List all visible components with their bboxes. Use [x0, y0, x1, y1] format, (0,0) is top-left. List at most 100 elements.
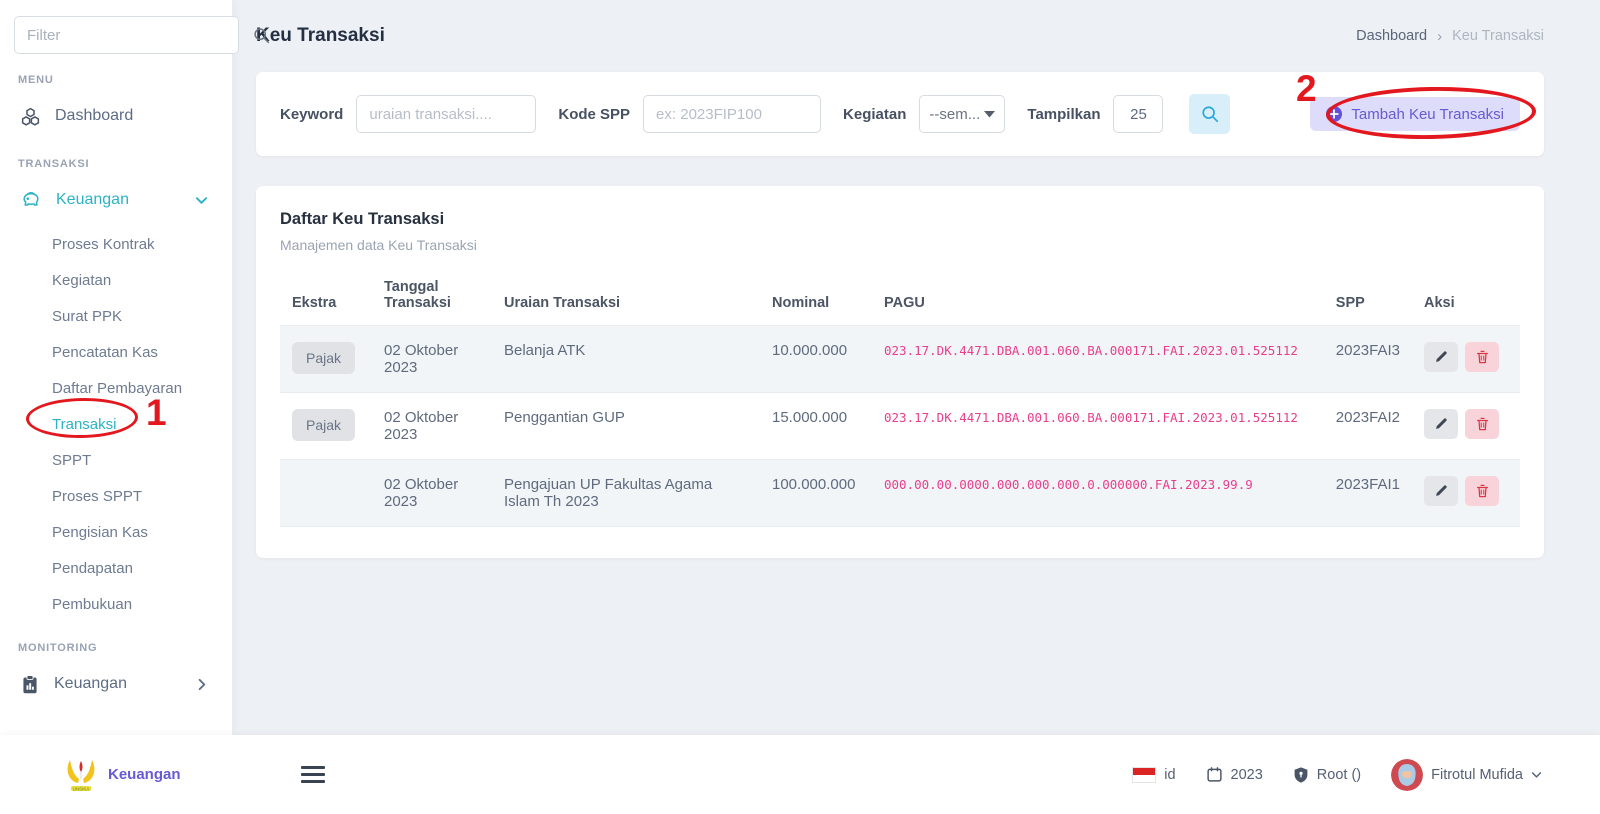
modules-icon — [20, 106, 41, 127]
cell-nominal: 10.000.000 — [760, 326, 872, 393]
shield-icon — [1293, 766, 1309, 784]
kode-spp-label: Kode SPP — [558, 106, 630, 123]
cell-spp: 2023FAI2 — [1324, 393, 1412, 460]
keuangan-submenu: Proses Kontrak Kegiatan Surat PPK Pencat… — [14, 222, 218, 622]
chevron-right-icon — [195, 678, 208, 691]
kegiatan-select[interactable]: --sem... — [919, 95, 1005, 133]
sidebar-item-transaksi[interactable]: Transaksi — [52, 406, 218, 442]
pencil-icon — [1434, 417, 1448, 431]
cell-uraian: Pengajuan UP Fakultas Agama Islam Th 202… — [492, 460, 760, 527]
delete-button[interactable] — [1465, 476, 1499, 506]
trash-icon — [1476, 417, 1489, 431]
avatar — [1391, 759, 1423, 791]
sidebar-item-surat-ppk[interactable]: Surat PPK — [52, 298, 218, 334]
filter-input[interactable] — [14, 16, 239, 54]
kode-spp-input[interactable] — [643, 95, 821, 133]
breadcrumb-current: Keu Transaksi — [1452, 28, 1544, 44]
cell-pagu: 000.00.00.0000.000.000.000.0.000000.FAI.… — [884, 477, 1253, 492]
card-title: Daftar Keu Transaksi — [280, 210, 1520, 229]
tampilkan-input[interactable] — [1113, 95, 1163, 133]
brand-label: Keuangan — [108, 766, 181, 783]
menu-toggle-button[interactable] — [301, 766, 325, 783]
sidebar-item-dashboard[interactable]: Dashboard — [14, 94, 218, 138]
transactions-table: Ekstra Tanggal Transaksi Uraian Transaks… — [280, 269, 1520, 527]
filter-toolbar: Keyword Kode SPP Kegiatan --sem... Tampi… — [256, 72, 1544, 156]
sidebar-item-pencatatan-kas[interactable]: Pencatatan Kas — [52, 334, 218, 370]
cell-tanggal: 02 Oktober 2023 — [372, 326, 492, 393]
column-header-aksi: Aksi — [1412, 269, 1520, 326]
role-indicator[interactable]: Root () — [1293, 766, 1361, 784]
cell-nominal: 100.000.000 — [760, 460, 872, 527]
cell-tanggal: 02 Oktober 2023 — [372, 460, 492, 527]
card-subtitle: Manajemen data Keu Transaksi — [280, 237, 1520, 253]
add-keu-transaksi-button[interactable]: Tambah Keu Transaksi — [1310, 97, 1520, 131]
role-label: Root () — [1317, 767, 1361, 783]
app-brand[interactable]: UNSIKA Keuangan — [62, 755, 181, 795]
caret-down-icon — [984, 110, 995, 118]
table-row: Pajak 02 Oktober 2023 Belanja ATK 10.000… — [280, 326, 1520, 393]
edit-button[interactable] — [1424, 476, 1458, 506]
sidebar-item-daftar-pembayaran[interactable]: Daftar Pembayaran — [52, 370, 218, 406]
trash-icon — [1476, 484, 1489, 498]
sidebar-item-keuangan[interactable]: Keuangan — [14, 178, 218, 222]
piggy-bank-icon — [20, 190, 42, 210]
breadcrumb-dashboard[interactable]: Dashboard — [1356, 28, 1427, 44]
column-header-uraian: Uraian Transaksi — [492, 269, 760, 326]
cell-pagu: 023.17.DK.4471.DBA.001.060.BA.000171.FAI… — [884, 410, 1298, 425]
pencil-icon — [1434, 350, 1448, 364]
ekstra-badge: Pajak — [292, 342, 355, 374]
cell-nominal: 15.000.000 — [760, 393, 872, 460]
search-button[interactable] — [1189, 94, 1230, 134]
cell-uraian: Belanja ATK — [492, 326, 760, 393]
kegiatan-select-value: --sem... — [929, 106, 980, 123]
column-header-spp: SPP — [1324, 269, 1412, 326]
pencil-icon — [1434, 484, 1448, 498]
ekstra-badge: Pajak — [292, 409, 355, 441]
sidebar-item-sppt[interactable]: SPPT — [52, 442, 218, 478]
table-row: 02 Oktober 2023 Pengajuan UP Fakultas Ag… — [280, 460, 1520, 527]
year-selector[interactable]: 2023 — [1206, 766, 1263, 783]
cell-pagu: 023.17.DK.4471.DBA.001.060.BA.000171.FAI… — [884, 343, 1298, 358]
year-label: 2023 — [1231, 767, 1263, 783]
transactions-card: Daftar Keu Transaksi Manajemen data Keu … — [256, 186, 1544, 558]
breadcrumb-separator-icon: › — [1437, 28, 1442, 45]
sidebar-item-proses-sppt[interactable]: Proses SPPT — [52, 478, 218, 514]
chevron-down-icon — [195, 194, 208, 207]
trash-icon — [1476, 350, 1489, 364]
edit-button[interactable] — [1424, 409, 1458, 439]
sidebar-item-monitoring-keuangan[interactable]: Keuangan — [14, 662, 218, 706]
sidebar-item-proses-kontrak[interactable]: Proses Kontrak — [52, 226, 218, 262]
unsika-logo: UNSIKA — [62, 755, 100, 795]
section-label-menu: MENU — [18, 74, 218, 86]
keyword-input[interactable] — [356, 95, 536, 133]
sidebar: MENU Dashboard TRANSAKSI Keuangan Proses… — [0, 0, 232, 735]
search-icon[interactable] — [253, 27, 270, 44]
sidebar-item-pendapatan[interactable]: Pendapatan — [52, 550, 218, 586]
sidebar-item-label: Keuangan — [56, 191, 129, 209]
language-switcher[interactable]: id — [1132, 767, 1175, 783]
edit-button[interactable] — [1424, 342, 1458, 372]
svg-text:UNSIKA: UNSIKA — [73, 786, 90, 791]
cell-uraian: Penggantian GUP — [492, 393, 760, 460]
bottom-navbar: UNSIKA Keuangan id 2023 Root () — [0, 735, 1600, 814]
column-header-pagu: PAGU — [872, 269, 1324, 326]
page-title: Keu Transaksi — [256, 25, 385, 47]
delete-button[interactable] — [1465, 342, 1499, 372]
sidebar-item-pembukuan[interactable]: Pembukuan — [52, 586, 218, 622]
breadcrumb: Dashboard › Keu Transaksi — [1356, 28, 1544, 45]
sidebar-item-pengisian-kas[interactable]: Pengisian Kas — [52, 514, 218, 550]
sidebar-item-kegiatan[interactable]: Kegiatan — [52, 262, 218, 298]
delete-button[interactable] — [1465, 409, 1499, 439]
plus-circle-icon — [1326, 106, 1342, 122]
indonesia-flag-icon — [1132, 767, 1156, 783]
main-content: Keu Transaksi Dashboard › Keu Transaksi … — [232, 0, 1600, 735]
user-name: Fitrotul Mufida — [1431, 767, 1523, 783]
language-label: id — [1164, 767, 1175, 783]
calendar-icon — [1206, 766, 1223, 783]
chevron-down-icon — [1531, 769, 1542, 780]
cell-spp: 2023FAI3 — [1324, 326, 1412, 393]
cell-spp: 2023FAI1 — [1324, 460, 1412, 527]
sidebar-item-label: Keuangan — [54, 675, 127, 693]
user-menu[interactable]: Fitrotul Mufida — [1391, 759, 1542, 791]
tampilkan-label: Tampilkan — [1027, 106, 1100, 123]
